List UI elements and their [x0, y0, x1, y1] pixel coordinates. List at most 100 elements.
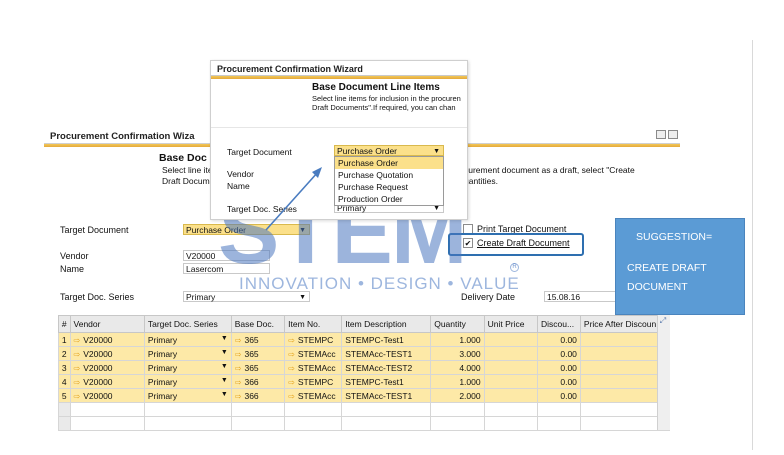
cell-unit-price[interactable]: [483, 360, 538, 375]
cell-quantity[interactable]: 4.000: [430, 360, 485, 375]
table-row[interactable]: 2 ⇨ V20000 Primary ▼ ⇨ 365 ⇨ STEMAcc STEMAcc…: [58, 346, 671, 361]
col-quantity[interactable]: Quantity: [430, 315, 485, 333]
link-arrow-icon[interactable]: ⇨: [235, 392, 242, 401]
table-row[interactable]: 1 ⇨ V20000 Primary ▼ ⇨ 365 ⇨ STEMPC STEMPC-T…: [58, 332, 671, 347]
empty-row[interactable]: [58, 416, 671, 431]
cell-item-no[interactable]: ⇨ STEMPC: [284, 332, 343, 347]
option-purchase-quotation[interactable]: Purchase Quotation: [335, 169, 443, 181]
popup-gold-bar: [211, 76, 467, 79]
col-row-number[interactable]: #: [58, 315, 71, 333]
cell-description[interactable]: STEMAcc-TEST2: [341, 360, 432, 375]
col-item-no[interactable]: Item No.: [284, 315, 343, 333]
line-items-grid: # Vendor Target Doc. Series Base Doc. It…: [58, 315, 671, 431]
cell-series[interactable]: Primary ▼: [143, 346, 232, 361]
series-label: Target Doc. Series: [60, 292, 135, 302]
option-production-order[interactable]: Production Order: [335, 193, 443, 205]
dropdown-arrow-icon[interactable]: ▼: [221, 335, 228, 342]
cell-series[interactable]: Primary ▼: [143, 360, 232, 375]
cell-quantity[interactable]: 3.000: [430, 346, 485, 361]
link-arrow-icon[interactable]: ⇨: [288, 364, 295, 373]
expand-icon[interactable]: ⤢: [657, 316, 669, 328]
cell-description[interactable]: STEMPC-Test1: [341, 374, 432, 389]
cell-description[interactable]: STEMPC-Test1: [341, 332, 432, 347]
cell-quantity[interactable]: 1.000: [430, 374, 485, 389]
cell-discount[interactable]: 0.00: [536, 346, 581, 361]
create-draft-highlight: [448, 233, 584, 256]
cell-series[interactable]: Primary ▼: [143, 374, 232, 389]
cell-quantity[interactable]: 1.000: [430, 332, 485, 347]
popup-desc-line1: Select line items for inclusion in the p…: [312, 94, 461, 103]
popup-target-document-select[interactable]: Purchase Order: [334, 145, 444, 157]
cell-vendor[interactable]: ⇨ V20000: [69, 332, 145, 347]
cell-item-no[interactable]: ⇨ STEMAcc: [284, 388, 343, 403]
col-target-series[interactable]: Target Doc. Series: [143, 315, 232, 333]
col-vendor[interactable]: Vendor: [69, 315, 145, 333]
main-desc-right2: uantities.: [464, 176, 499, 186]
dropdown-arrow-icon[interactable]: ▼: [221, 391, 228, 398]
col-unit-price[interactable]: Unit Price: [483, 315, 538, 333]
link-arrow-icon[interactable]: ⇨: [235, 364, 242, 373]
cell-item-no[interactable]: ⇨ STEMAcc: [284, 346, 343, 361]
col-discount[interactable]: Discou...: [536, 315, 581, 333]
option-purchase-request[interactable]: Purchase Request: [335, 181, 443, 193]
cell-unit-price[interactable]: [483, 374, 538, 389]
cell-description[interactable]: STEMAcc-TEST1: [341, 346, 432, 361]
link-arrow-icon[interactable]: ⇨: [288, 336, 295, 345]
minimize-button[interactable]: [656, 130, 666, 139]
dropdown-arrow-icon[interactable]: ▼: [221, 349, 228, 356]
cell-base-doc[interactable]: ⇨ 365: [230, 332, 286, 347]
row-number: 2: [58, 346, 71, 361]
cell-unit-price[interactable]: [483, 388, 538, 403]
link-arrow-icon[interactable]: ⇨: [288, 392, 295, 401]
cell-vendor[interactable]: ⇨ V20000: [69, 360, 145, 375]
cell-base-doc[interactable]: ⇨ 365: [230, 346, 286, 361]
link-arrow-icon[interactable]: ⇨: [235, 378, 242, 387]
col-item-description[interactable]: Item Description: [341, 315, 432, 333]
popup-vendor-label: Vendor: [227, 169, 254, 179]
cell-discount[interactable]: 0.00: [536, 374, 581, 389]
cell-description[interactable]: STEMAcc-TEST1: [341, 388, 432, 403]
cell-vendor[interactable]: ⇨ V20000: [69, 388, 145, 403]
maximize-button[interactable]: [668, 130, 678, 139]
table-row[interactable]: 5 ⇨ V20000 Primary ▼ ⇨ 366 ⇨ STEMAcc STEMAcc…: [58, 388, 671, 403]
table-row[interactable]: 3 ⇨ V20000 Primary ▼ ⇨ 365 ⇨ STEMAcc STEMAcc…: [58, 360, 671, 375]
cell-discount[interactable]: 0.00: [536, 332, 581, 347]
cell-base-doc[interactable]: ⇨ 365: [230, 360, 286, 375]
cell-series[interactable]: Primary ▼: [143, 388, 232, 403]
cell-series[interactable]: Primary ▼: [143, 332, 232, 347]
main-desc-line2: Draft Docum: [162, 176, 210, 186]
link-arrow-icon[interactable]: ⇨: [74, 350, 81, 359]
col-base-doc[interactable]: Base Doc.: [230, 315, 286, 333]
cell-base-doc[interactable]: ⇨ 366: [230, 374, 286, 389]
cell-unit-price[interactable]: [483, 346, 538, 361]
dropdown-arrow-icon[interactable]: ▼: [221, 377, 228, 384]
cell-quantity[interactable]: 2.000: [430, 388, 485, 403]
cell-vendor[interactable]: ⇨ V20000: [69, 374, 145, 389]
cell-item-no[interactable]: ⇨ STEMAcc: [284, 360, 343, 375]
link-arrow-icon[interactable]: ⇨: [288, 378, 295, 387]
popup-name-label: Name: [227, 181, 250, 191]
suggestion-line3: DOCUMENT: [627, 281, 688, 293]
cell-discount[interactable]: 0.00: [536, 360, 581, 375]
popup-target-document-label: Target Document: [227, 147, 292, 157]
cell-base-doc[interactable]: ⇨ 366: [230, 388, 286, 403]
empty-row[interactable]: [58, 402, 671, 417]
link-arrow-icon[interactable]: ⇨: [288, 350, 295, 359]
option-purchase-order[interactable]: Purchase Order: [335, 157, 443, 169]
link-arrow-icon[interactable]: ⇨: [74, 336, 81, 345]
dropdown-arrow-icon[interactable]: ▼: [221, 363, 228, 370]
cell-item-no[interactable]: ⇨ STEMPC: [284, 374, 343, 389]
row-number: 3: [58, 360, 71, 375]
cell-unit-price[interactable]: [483, 332, 538, 347]
grid-scrollbar[interactable]: [657, 315, 670, 430]
vendor-value: V20000: [186, 251, 216, 261]
link-arrow-icon[interactable]: ⇨: [74, 378, 81, 387]
delivery-date-field[interactable]: 15.08.16: [544, 291, 619, 302]
link-arrow-icon[interactable]: ⇨: [74, 392, 81, 401]
link-arrow-icon[interactable]: ⇨: [74, 364, 81, 373]
table-row[interactable]: 4 ⇨ V20000 Primary ▼ ⇨ 366 ⇨ STEMPC STEMPC-T…: [58, 374, 671, 389]
link-arrow-icon[interactable]: ⇨: [235, 336, 242, 345]
cell-discount[interactable]: 0.00: [536, 388, 581, 403]
link-arrow-icon[interactable]: ⇨: [235, 350, 242, 359]
cell-vendor[interactable]: ⇨ V20000: [69, 346, 145, 361]
